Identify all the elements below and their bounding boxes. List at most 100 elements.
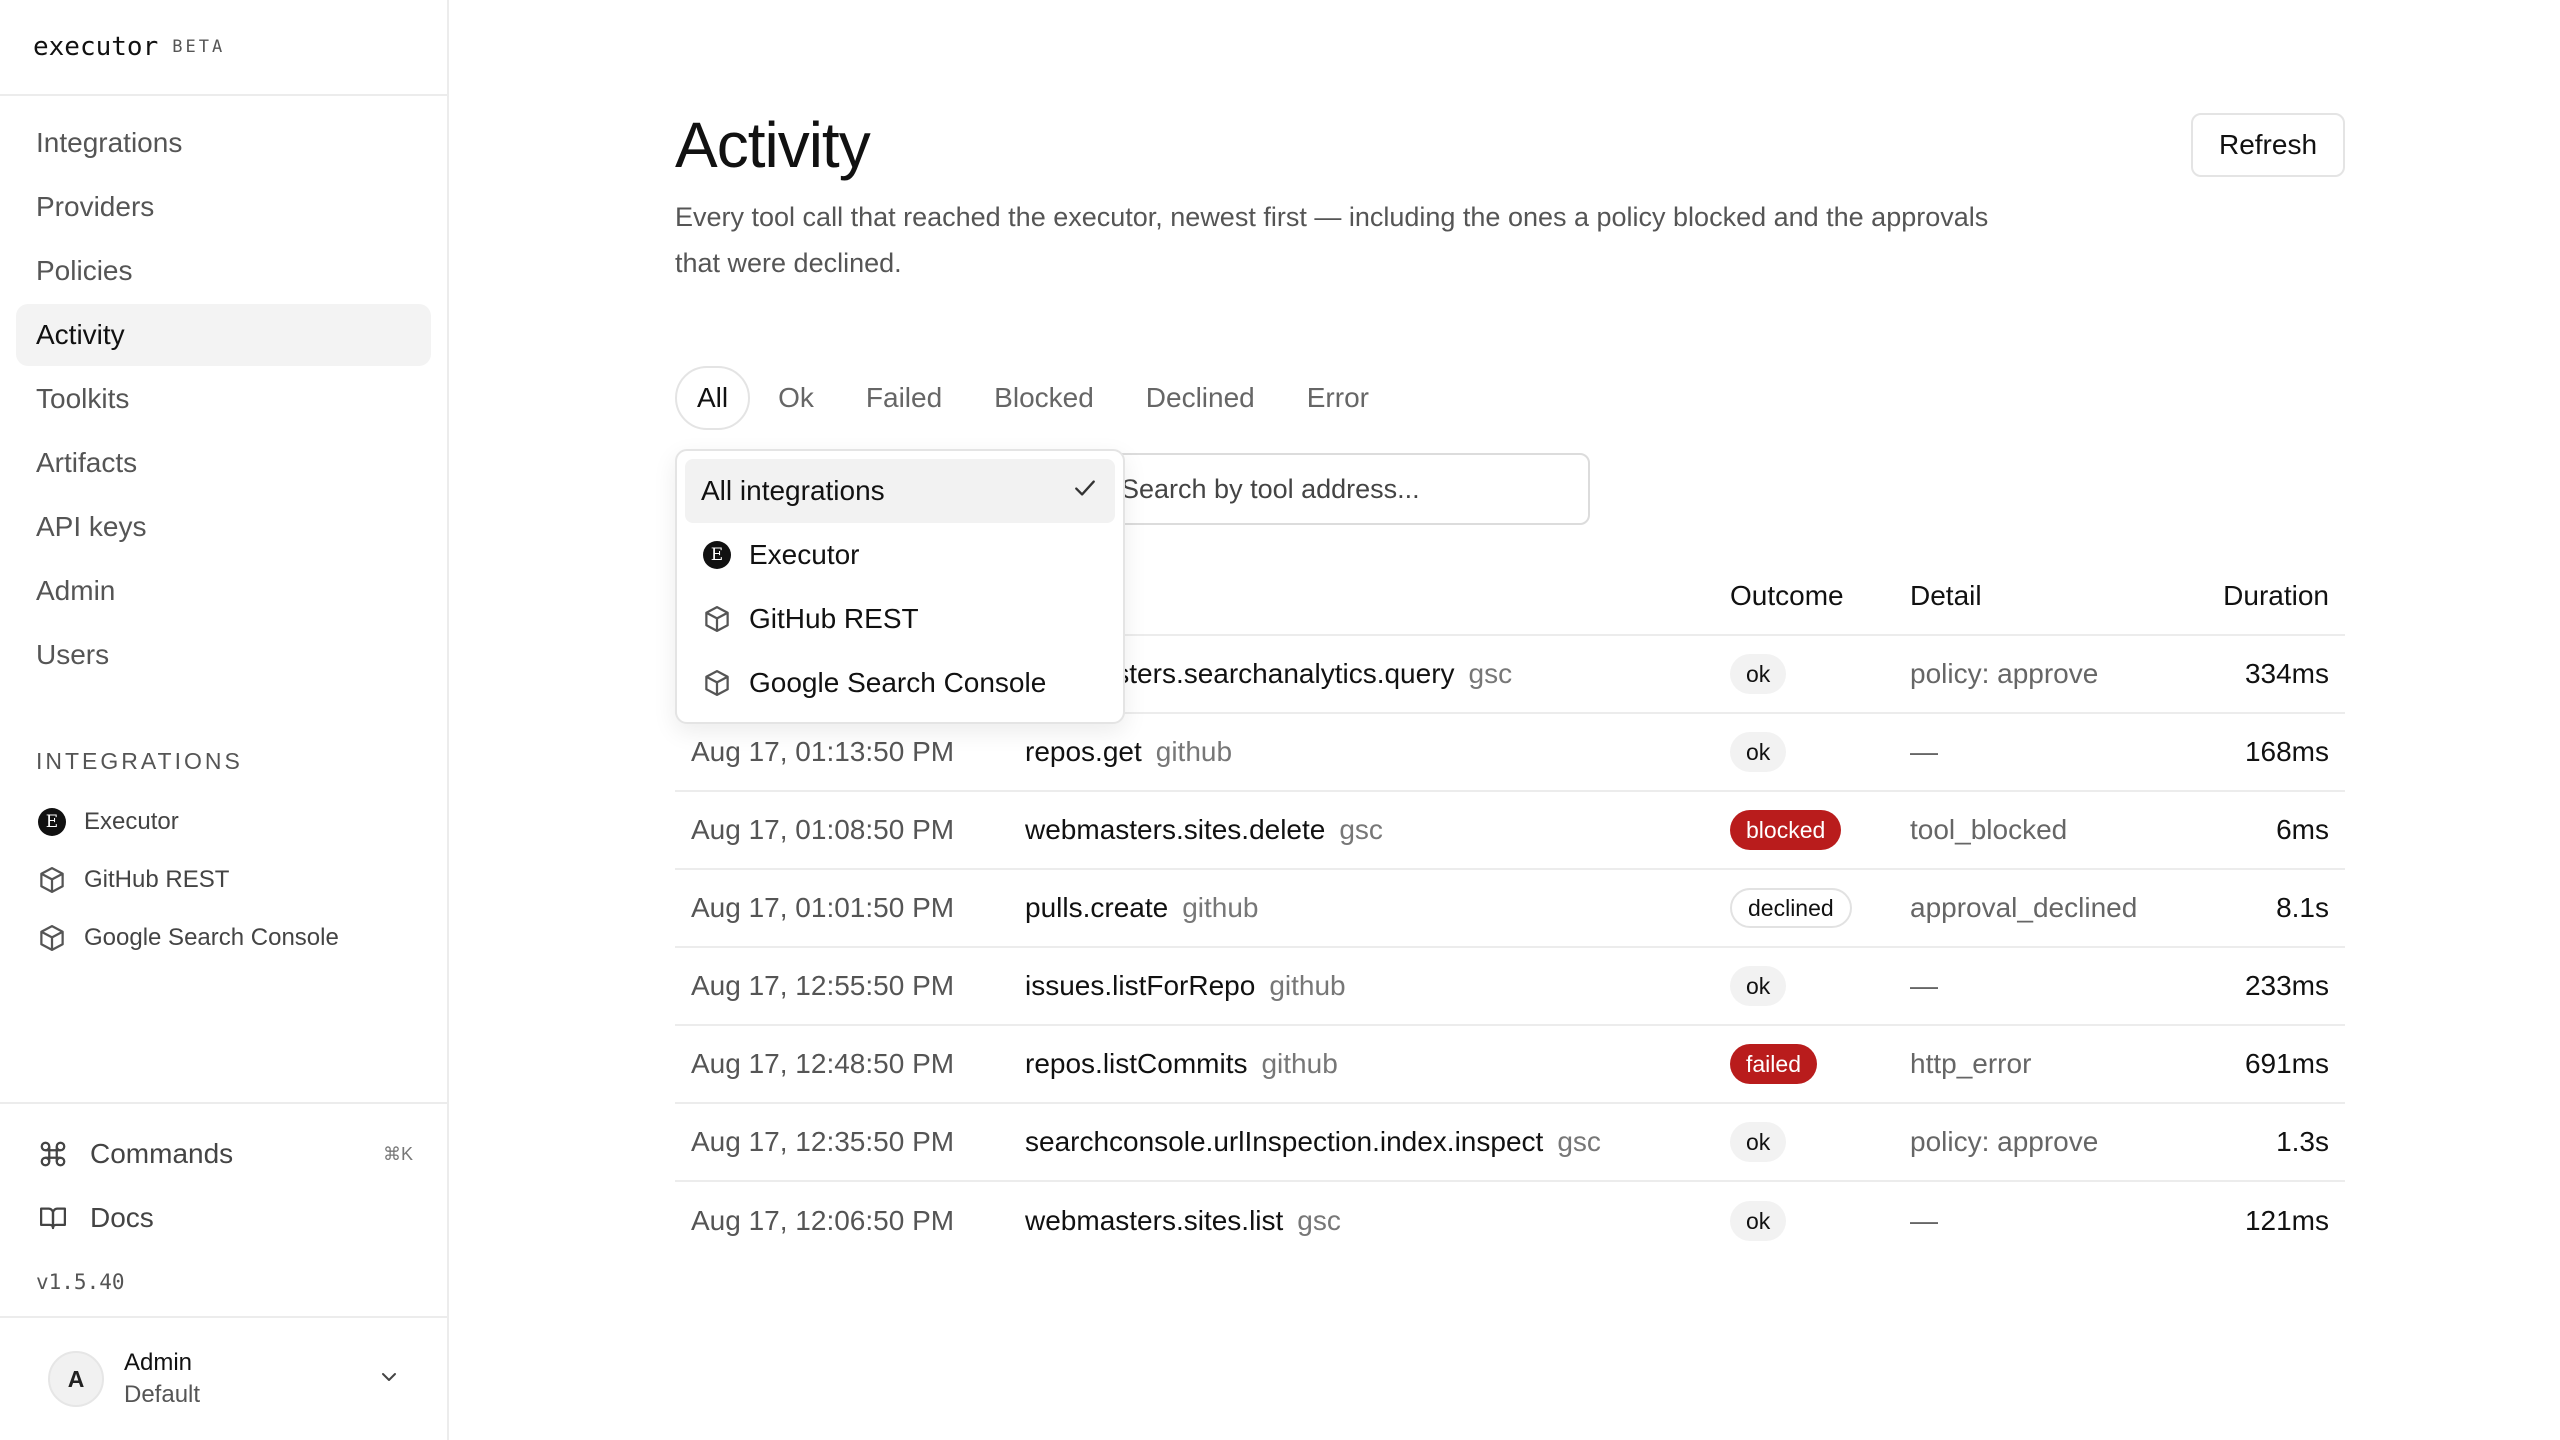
row-tool: webmasters.searchanalytics.query gsc [1025, 658, 1730, 690]
tab-blocked[interactable]: Blocked [970, 366, 1118, 430]
brand[interactable]: executor BETA [0, 0, 447, 96]
row-time: Aug 17, 12:55:50 PM [691, 970, 955, 1001]
row-outcome: ok [1730, 732, 1910, 772]
row-tool: issues.listForRepo github [1025, 970, 1730, 1002]
sidebar-bottom: Commands ⌘K Docs v1.5.40 A Admin Default [0, 1102, 449, 1440]
row-tool: webmasters.sites.delete gsc [1025, 814, 1730, 846]
table-row[interactable]: Aug 17, 01:08:50 PM webmasters.sites.del… [675, 792, 2345, 870]
row-duration: 334ms [2244, 658, 2329, 689]
table-row[interactable]: Aug 17, 12:06:50 PM webmasters.sites.lis… [675, 1182, 2345, 1260]
commands-shortcut: ⌘K [382, 1143, 413, 1164]
integration-tag: github [1261, 1048, 1338, 1079]
row-tool: webmasters.sites.list gsc [1025, 1205, 1730, 1237]
status-badge: declined [1730, 888, 1852, 928]
docs-label: Docs [90, 1202, 154, 1233]
sidebar-item-providers[interactable]: Providers [16, 176, 431, 238]
row-tool: repos.listCommits github [1025, 1048, 1730, 1080]
dropdown-option-label: GitHub REST [749, 603, 919, 634]
table-row[interactable]: Aug 17, 12:55:50 PM issues.listForRepo gi… [675, 948, 2345, 1026]
sidebar-item-api-keys[interactable]: API keys [16, 496, 431, 558]
column-header-outcome: Outcome [1730, 580, 1844, 611]
sidebar-item-artifacts[interactable]: Artifacts [16, 432, 431, 494]
row-duration: 691ms [2244, 1048, 2329, 1079]
row-detail: — [1910, 970, 1938, 1001]
table-row[interactable]: Aug 17, 01:13:50 PM repos.get github ok —… [675, 714, 2345, 792]
search-input[interactable] [1085, 453, 1590, 525]
integration-tag: gsc [1468, 658, 1513, 689]
tool-address: pulls.create [1025, 892, 1169, 923]
status-badge: ok [1730, 732, 1787, 772]
row-detail: tool_blocked [1910, 814, 2068, 845]
row-tool: repos.get github [1025, 736, 1730, 768]
integration-tag: github [1269, 970, 1346, 1001]
commands-label: Commands [90, 1138, 234, 1169]
tab-error[interactable]: Error [1283, 366, 1393, 430]
command-icon [36, 1137, 70, 1171]
row-detail: approval_declined [1910, 892, 2138, 923]
beta-badge: BETA [172, 37, 226, 57]
book-icon [36, 1201, 70, 1235]
version-label: v1.5.40 [36, 1270, 125, 1294]
row-tool: searchconsole.urlInspection.index.inspec… [1025, 1126, 1730, 1158]
integration-filter-dropdown: All integrations E Executor GitHub REST … [675, 449, 1125, 724]
row-detail: — [1910, 736, 1938, 767]
sidebar-integration-label: Executor [84, 808, 179, 835]
integrations-section-title: INTEGRATIONS [36, 748, 243, 774]
integration-tag: gsc [1297, 1205, 1341, 1236]
row-time: Aug 17, 01:13:50 PM [691, 736, 955, 767]
row-tool: pulls.create github [1025, 892, 1730, 924]
tab-declined[interactable]: Declined [1122, 366, 1279, 430]
sidebar-item-policies[interactable]: Policies [16, 240, 431, 302]
table-row[interactable]: Aug 17, 12:48:50 PM repos.listCommits git… [675, 1026, 2345, 1104]
dropdown-option-github-rest[interactable]: GitHub REST [685, 587, 1115, 651]
row-detail: policy: approve [1910, 1126, 2099, 1157]
outcome-tabs: All Ok Failed Blocked Declined Error [675, 366, 1397, 430]
row-time: Aug 17, 12:48:50 PM [691, 1048, 955, 1079]
row-outcome: ok [1730, 966, 1910, 1006]
column-header-duration: Duration [2223, 580, 2329, 611]
sidebar-integration-executor[interactable]: E Executor [0, 793, 447, 851]
tool-address: repos.listCommits [1025, 1048, 1248, 1079]
row-detail: policy: approve [1910, 658, 2099, 689]
docs-link[interactable]: Docs [0, 1186, 449, 1250]
tool-address: webmasters.sites.delete [1025, 814, 1326, 845]
sidebar-integration-label: GitHub REST [84, 866, 230, 893]
row-time: Aug 17, 12:35:50 PM [691, 1126, 955, 1157]
dropdown-option-label: Google Search Console [749, 667, 1047, 698]
sidebar: executor BETA Integrations Providers Pol… [0, 0, 449, 1440]
sidebar-item-toolkits[interactable]: Toolkits [16, 368, 431, 430]
dropdown-option-executor[interactable]: E Executor [685, 523, 1115, 587]
sidebar-item-users[interactable]: Users [16, 624, 431, 686]
page-title: Activity [675, 109, 871, 181]
row-detail: http_error [1910, 1048, 2032, 1079]
row-duration: 8.1s [2276, 892, 2329, 923]
user-name: Admin [124, 1349, 193, 1376]
cube-icon [36, 864, 68, 896]
executor-logo-icon: E [701, 539, 733, 571]
page-description: Every tool call that reached the executo… [675, 202, 1989, 278]
sidebar-item-admin[interactable]: Admin [16, 560, 431, 622]
table-row[interactable]: Aug 17, 01:01:50 PM pulls.create github d… [675, 870, 2345, 948]
table-row[interactable]: Aug 17, 12:35:50 PM searchconsole.urlIns… [675, 1104, 2345, 1182]
cube-icon [701, 667, 733, 699]
avatar: A [48, 1351, 104, 1407]
tab-failed[interactable]: Failed [842, 366, 966, 430]
sidebar-integration-google-search-console[interactable]: Google Search Console [0, 909, 447, 967]
integration-tag: github [1182, 892, 1259, 923]
user-menu[interactable]: A Admin Default [0, 1316, 449, 1440]
dropdown-option-all-integrations[interactable]: All integrations [685, 459, 1115, 523]
user-workspace: Default [124, 1381, 201, 1408]
check-icon [1071, 474, 1099, 509]
refresh-button[interactable]: Refresh [2191, 113, 2345, 177]
dropdown-option-google-search-console[interactable]: Google Search Console [685, 651, 1115, 715]
sidebar-item-activity[interactable]: Activity [16, 304, 431, 366]
tab-all[interactable]: All [675, 366, 751, 430]
sidebar-integration-github-rest[interactable]: GitHub REST [0, 851, 447, 909]
sidebar-bottom-links: Commands ⌘K Docs [0, 1102, 449, 1250]
sidebar-item-integrations[interactable]: Integrations [16, 112, 431, 174]
commands-button[interactable]: Commands ⌘K [0, 1122, 449, 1186]
row-duration: 6ms [2276, 814, 2329, 845]
status-badge: ok [1730, 654, 1787, 694]
status-badge: ok [1730, 1201, 1787, 1241]
tab-ok[interactable]: Ok [754, 366, 838, 430]
